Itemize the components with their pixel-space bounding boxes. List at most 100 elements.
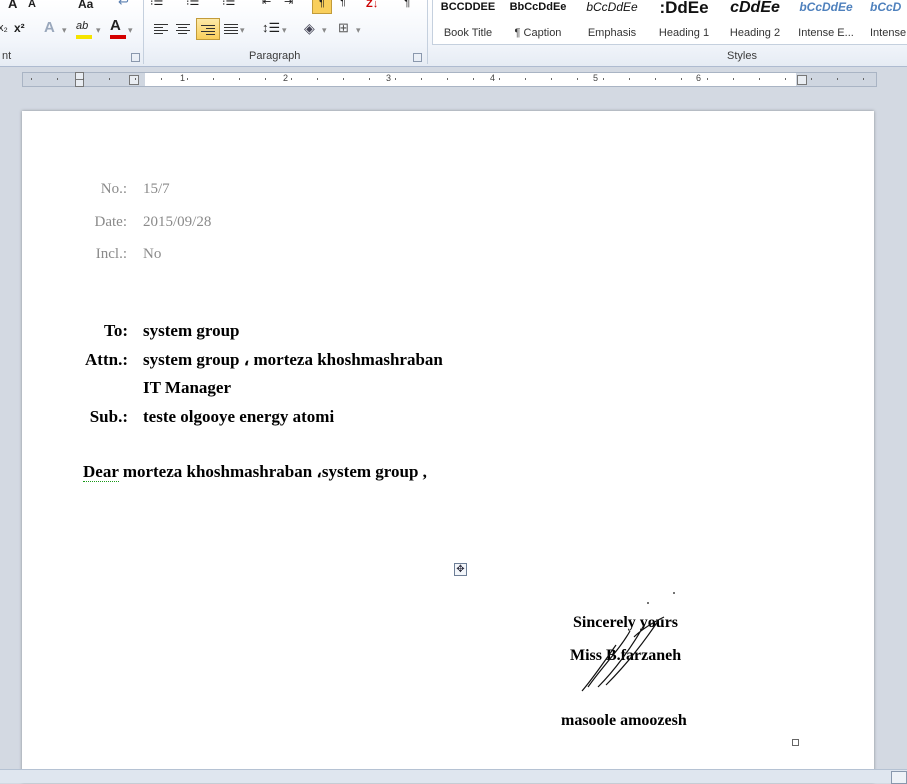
subject-value: teste olgooye energy atomi	[143, 407, 335, 426]
style-heading-2[interactable]: cDdEe Heading 2	[720, 0, 790, 42]
text-effects-dropdown-icon[interactable]: ▾	[62, 20, 67, 40]
style-book-title[interactable]: BCCDDEE Book Title	[433, 0, 503, 42]
style-sample: :DdEe	[659, 0, 709, 17]
ruler-tick	[655, 78, 656, 80]
ruler-tick	[707, 78, 708, 80]
ruler-tick	[31, 78, 32, 80]
style-sample: bCcDdEe	[799, 0, 853, 14]
style-heading-1[interactable]: :DdEe Heading 1	[649, 0, 719, 42]
bullets-icon[interactable]: ⁝☰	[150, 0, 163, 12]
ruler-tick	[265, 78, 266, 80]
subscript-button[interactable]: x₂	[0, 18, 8, 38]
justify-icon[interactable]	[224, 24, 238, 34]
horizontal-ruler[interactable]: 1 2 3 4 5 6	[22, 72, 877, 87]
handwritten-signature	[581, 592, 675, 692]
style-intense-quote[interactable]: bCcD Intense	[862, 0, 907, 42]
style-name: Emphasis	[587, 27, 637, 39]
style-sample: BCCDDEE	[440, 1, 496, 13]
document-page[interactable]: No.: 15/7 Date: 2015/09/28 Incl.: No To:…	[22, 111, 874, 782]
end-of-cell-marker	[792, 739, 799, 746]
hanging-indent-marker[interactable]	[129, 75, 139, 85]
ruler-tick	[551, 78, 552, 80]
style-caption[interactable]: BbCcDdEe ¶ Caption	[503, 0, 573, 42]
attn-label: Attn.:	[85, 350, 128, 369]
font-dialog-launcher-icon[interactable]	[131, 53, 140, 62]
ruler-tick	[447, 78, 448, 80]
font-color-button[interactable]: A	[110, 16, 121, 36]
align-left-icon[interactable]	[154, 24, 168, 34]
justify-dropdown-icon[interactable]: ▾	[240, 20, 245, 40]
ruler-tick	[629, 78, 630, 80]
subject-label: Sub.:	[89, 407, 128, 426]
right-indent-marker[interactable]	[797, 75, 807, 85]
text-effects-button[interactable]: A	[44, 18, 55, 38]
font-group-label: nt	[2, 50, 12, 62]
ruler-tick	[109, 78, 110, 80]
ruler-tick	[369, 78, 370, 80]
ruler-tick	[837, 78, 838, 80]
ruler-tick	[57, 78, 58, 80]
shading-dropdown-icon[interactable]: ▾	[322, 20, 327, 40]
style-name: Intense	[870, 27, 907, 39]
ruler-tick	[473, 78, 474, 80]
ruler-number: 2	[283, 73, 289, 83]
date-value: 2015/09/28	[143, 214, 212, 230]
sort-icon[interactable]: Z↓	[366, 0, 378, 14]
attn-value: system group ، morteza khoshmashraban	[143, 350, 443, 369]
highlight-button[interactable]: ab	[76, 16, 88, 36]
ruler-tick	[291, 78, 292, 80]
highlight-color-bar	[76, 35, 92, 39]
ruler-tick	[213, 78, 214, 80]
ruler-tick	[681, 78, 682, 80]
ruler-tick	[733, 78, 734, 80]
ruler-tick	[83, 78, 84, 80]
align-center-icon[interactable]	[176, 24, 190, 34]
ruler-tick	[863, 78, 864, 80]
ruler-left-margin	[23, 73, 145, 86]
change-case-button[interactable]: Aa	[78, 0, 93, 14]
clear-formatting-icon[interactable]: ↩	[118, 0, 129, 12]
greeting-rest: morteza khoshmashraban ،system group ,	[118, 462, 427, 481]
ruler-tick	[603, 78, 604, 80]
signer-organization: masoole amoozesh	[561, 712, 687, 729]
show-marks-icon[interactable]: ¶	[404, 0, 410, 12]
group-separator	[143, 0, 144, 64]
ruler-tick	[499, 78, 500, 80]
font-color-dropdown-icon[interactable]: ▾	[128, 20, 133, 40]
borders-icon[interactable]: ⊞	[338, 18, 349, 38]
style-emphasis[interactable]: bCcDdEe Emphasis	[577, 0, 647, 42]
grow-font-button[interactable]: A	[8, 0, 17, 14]
left-indent-marker[interactable]	[75, 79, 84, 87]
numbering-icon[interactable]: ⁝☰	[186, 0, 199, 12]
ruler-tick	[161, 78, 162, 80]
borders-dropdown-icon[interactable]: ▾	[356, 20, 361, 40]
status-bar	[0, 769, 907, 784]
ruler-tick	[395, 78, 396, 80]
style-sample: bCcD	[870, 0, 902, 14]
superscript-button[interactable]: x²	[14, 18, 25, 38]
ruler-tick	[317, 78, 318, 80]
decrease-indent-icon[interactable]: ⇤	[262, 0, 271, 12]
style-name: Heading 1	[658, 27, 710, 39]
ruler-tick	[759, 78, 760, 80]
shading-icon[interactable]: ◈	[304, 18, 315, 38]
table-move-handle-icon[interactable]: ✥	[454, 563, 467, 576]
ribbon: A A Aa ↩ x₂ x² A ▾ ab ▾ A ▾ nt ⁝☰ ⁝☰ ⁝☰ …	[0, 0, 907, 67]
multilevel-list-icon[interactable]: ⁝☰	[222, 0, 235, 12]
rtl-direction-icon[interactable]: ¶	[312, 0, 332, 14]
enclosure-value: No	[143, 246, 162, 262]
increase-indent-icon[interactable]: ⇥	[284, 0, 293, 12]
ruler-number: 1	[180, 73, 186, 83]
shrink-font-button[interactable]: A	[28, 0, 36, 14]
paragraph-dialog-launcher-icon[interactable]	[413, 53, 422, 62]
style-intense-emphasis[interactable]: bCcDdEe Intense E...	[791, 0, 861, 42]
status-corner-icon[interactable]	[891, 771, 907, 784]
highlight-dropdown-icon[interactable]: ▾	[96, 20, 101, 40]
attn-role: IT Manager	[143, 378, 231, 397]
ltr-direction-icon[interactable]: ¶	[340, 0, 346, 12]
line-spacing-dropdown-icon[interactable]: ▾	[282, 20, 287, 40]
align-right-button[interactable]	[196, 18, 220, 40]
style-name: Intense E...	[798, 27, 854, 39]
line-spacing-icon[interactable]: ↕☰	[262, 18, 280, 38]
date-label: Date:	[94, 214, 127, 230]
